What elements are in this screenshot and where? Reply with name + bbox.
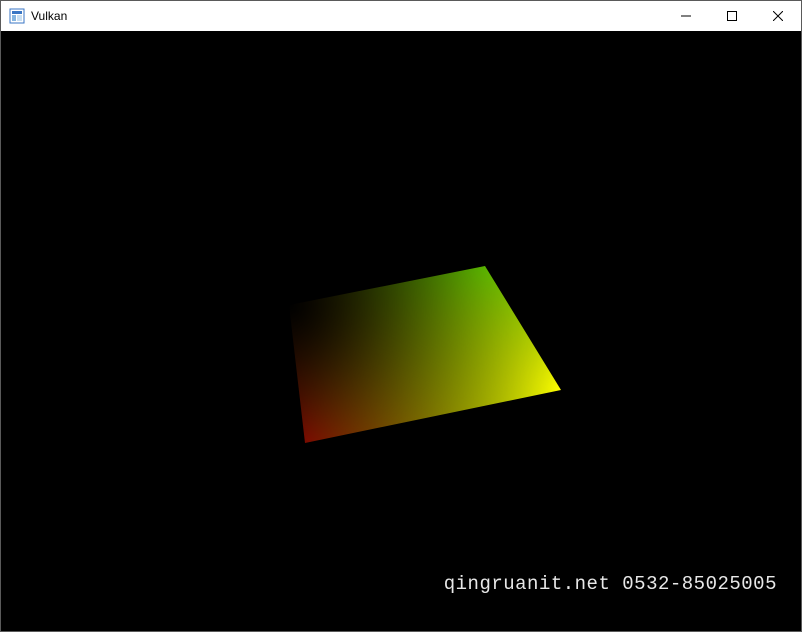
render-viewport: qingruanit.net 0532-85025005 <box>1 31 801 631</box>
rendered-quad <box>1 31 801 631</box>
application-window: Vulkan <box>0 0 802 632</box>
window-title: Vulkan <box>31 9 663 23</box>
minimize-button[interactable] <box>663 1 709 31</box>
close-button[interactable] <box>755 1 801 31</box>
window-controls <box>663 1 801 31</box>
watermark-text: qingruanit.net 0532-85025005 <box>444 573 777 595</box>
maximize-button[interactable] <box>709 1 755 31</box>
titlebar[interactable]: Vulkan <box>1 1 801 31</box>
app-icon <box>9 8 25 24</box>
